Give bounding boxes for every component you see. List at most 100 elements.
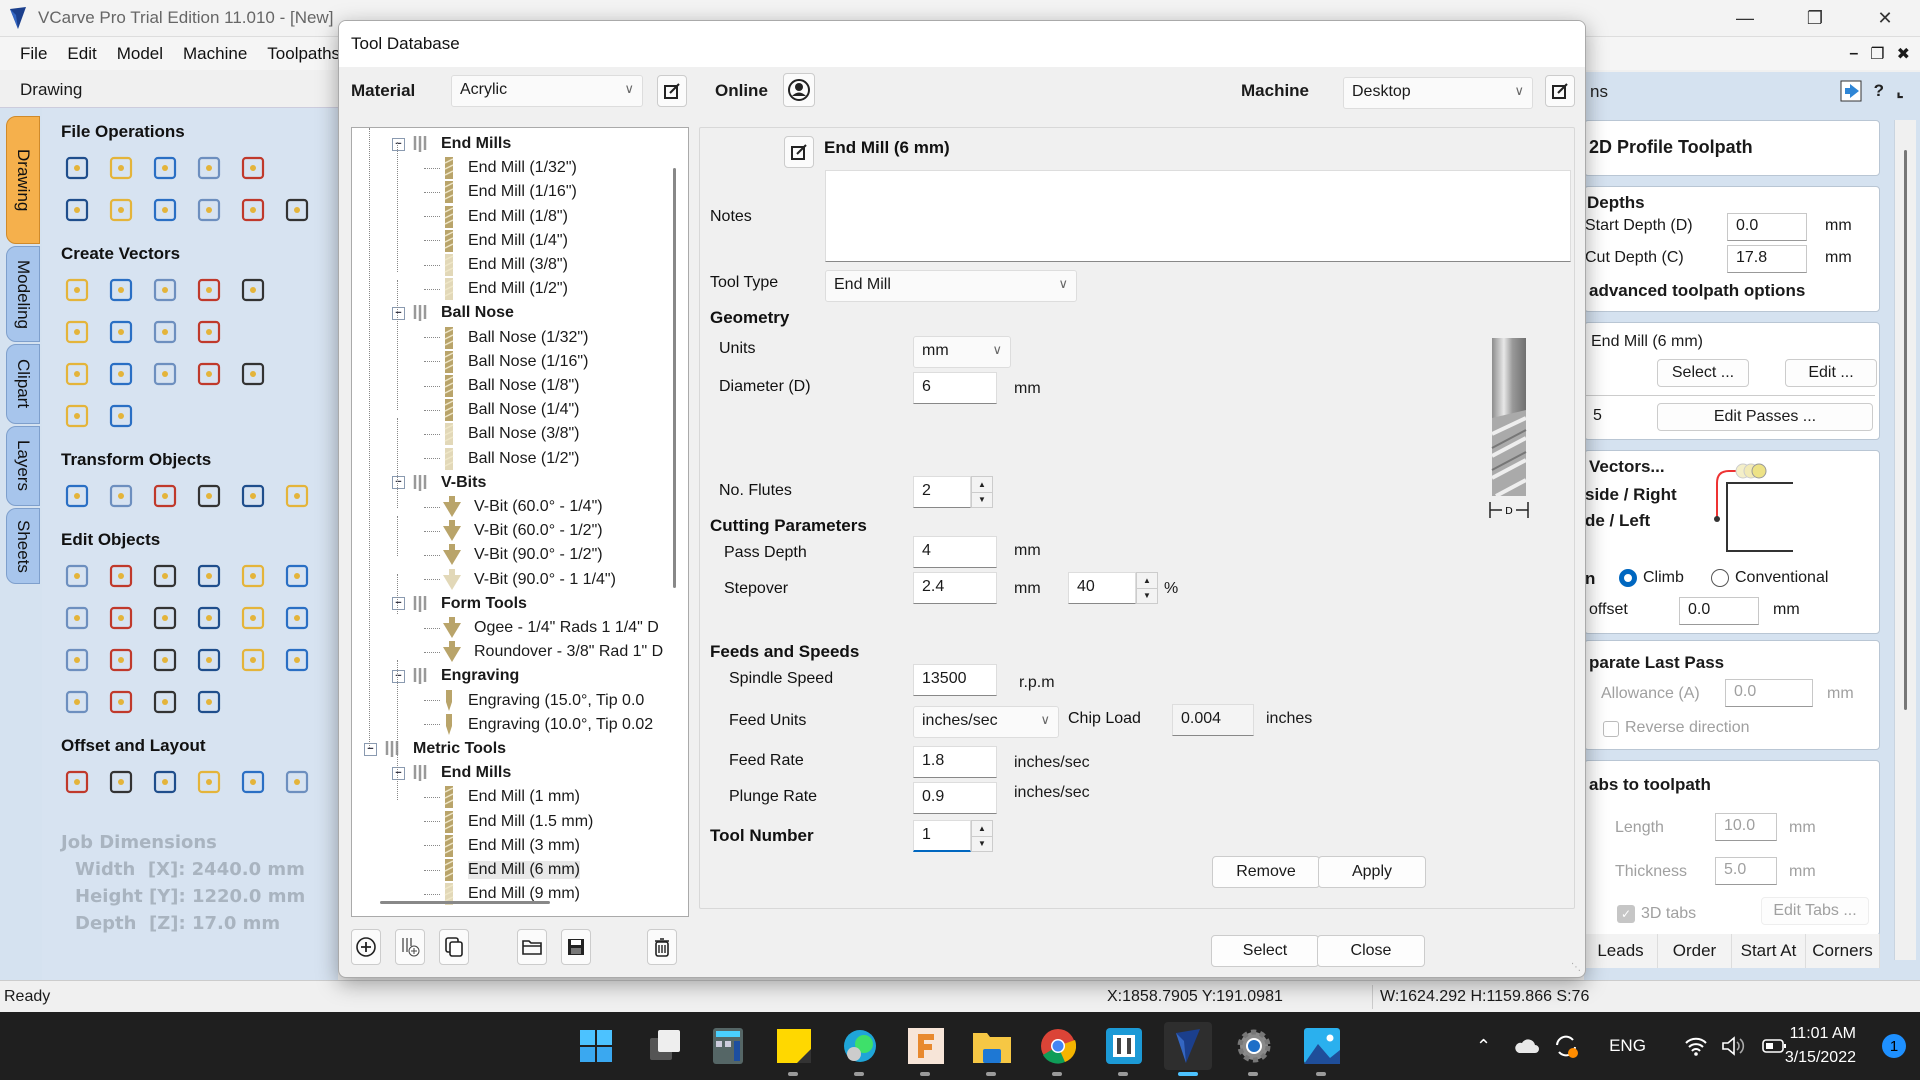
reverse-direction-checkbox[interactable] [1603, 721, 1619, 737]
undo-icon[interactable] [237, 194, 269, 226]
group-icon[interactable] [193, 560, 225, 592]
tree-tool-item[interactable]: Ball Nose (1/4") [424, 398, 580, 422]
ungroup-icon[interactable] [237, 560, 269, 592]
mdi-close-button[interactable]: ✖ [1897, 44, 1910, 64]
center-in-material-icon[interactable] [281, 480, 313, 512]
notes-textarea[interactable] [825, 170, 1571, 262]
taskbar-file-explorer-button[interactable] [968, 1022, 1016, 1076]
tree-group[interactable]: − V-Bits [392, 471, 486, 495]
offset-icon[interactable] [61, 766, 93, 798]
tab-order[interactable]: Order [1658, 934, 1732, 968]
rename-tool-button[interactable] [784, 136, 814, 168]
draw-polygon-icon[interactable] [193, 274, 225, 306]
remove-button[interactable]: Remove [1212, 856, 1320, 888]
collapse-icon[interactable]: − [392, 597, 405, 611]
help-icon[interactable]: ? [1874, 81, 1884, 101]
taskbar-photos-button[interactable] [1298, 1022, 1346, 1076]
import-button[interactable] [517, 929, 547, 965]
copy-tool-button[interactable] [439, 929, 469, 965]
start-depth-input[interactable]: 0.0 [1727, 213, 1807, 241]
spin-down-icon[interactable]: ▼ [1137, 589, 1157, 604]
wifi-icon[interactable] [1684, 1036, 1708, 1056]
collapse-icon[interactable]: − [392, 306, 405, 320]
circular-array-icon[interactable] [149, 766, 181, 798]
select-button[interactable]: Select [1211, 935, 1319, 967]
collapse-icon[interactable]: − [392, 669, 405, 683]
transform-icon[interactable] [149, 560, 181, 592]
trim-icon[interactable] [237, 602, 269, 634]
cut-depth-input[interactable]: 17.8 [1727, 245, 1807, 273]
spin-up-icon[interactable]: ▲ [1137, 573, 1157, 589]
tab-modeling[interactable]: Modeling [6, 246, 40, 342]
collapse-icon[interactable]: − [392, 476, 405, 490]
flutes-input[interactable]: 2 [913, 476, 971, 508]
smooth-icon[interactable] [149, 644, 181, 676]
dock-panel-icon[interactable] [1840, 80, 1862, 102]
select-tool-button[interactable]: Select ... [1657, 359, 1749, 387]
distort-icon[interactable] [237, 480, 269, 512]
tool-number-input[interactable]: 1 [913, 820, 971, 852]
tree-group[interactable]: − Ball Nose [392, 301, 514, 325]
draw-rectangle-icon[interactable] [149, 274, 181, 306]
offset-input[interactable]: 0.0 [1679, 597, 1759, 625]
allowance-input[interactable]: 0.0 [1725, 679, 1813, 707]
edit-image-icon[interactable] [237, 644, 269, 676]
spin-up-icon[interactable]: ▲ [972, 821, 992, 837]
resize-grip-icon[interactable]: ⋱ [1571, 962, 1581, 973]
tree-group[interactable]: − End Mills [392, 132, 511, 156]
taskbar-task-view-button[interactable] [642, 1022, 690, 1070]
draw-curve-icon[interactable] [105, 316, 137, 348]
draw-polyline-icon[interactable] [61, 316, 93, 348]
climb-radio[interactable] [1619, 569, 1637, 587]
create-boundary-icon[interactable] [281, 644, 313, 676]
text-on-curve-icon[interactable] [149, 358, 181, 390]
zig-zag-icon[interactable] [281, 766, 313, 798]
tab-corners[interactable]: Corners [1806, 934, 1880, 968]
clock[interactable]: 11:01 AM 3/15/2022 [1785, 1022, 1856, 1070]
chamfer-icon[interactable] [105, 644, 137, 676]
measure-icon[interactable] [281, 560, 313, 592]
stepover-percent-spinner[interactable]: ▲ ▼ [1136, 572, 1158, 604]
stepover-percent-input[interactable]: 40 [1068, 572, 1136, 604]
tree-group[interactable]: − Form Tools [392, 592, 527, 616]
toolpath-panel-scrollbar[interactable] [1894, 120, 1916, 960]
set-size-icon[interactable] [105, 480, 137, 512]
fillet-icon[interactable] [61, 644, 93, 676]
copy-along-vectors-icon[interactable] [193, 766, 225, 798]
spindle-speed-input[interactable]: 13500 [913, 664, 997, 696]
online-account-button[interactable] [783, 73, 815, 107]
tangent-icon[interactable] [193, 686, 225, 718]
onedrive-cloud-icon[interactable] [1513, 1038, 1540, 1054]
tree-group[interactable]: − End Mills [392, 761, 511, 785]
flutes-spinner[interactable]: ▲ ▼ [971, 476, 993, 508]
tree-tool-item[interactable]: Ball Nose (1/2") [424, 447, 580, 471]
taskbar-start-button[interactable] [572, 1022, 620, 1070]
import-bitmap-icon[interactable] [237, 152, 269, 184]
tree-tool-item[interactable]: End Mill (1/8") [424, 205, 568, 229]
edit-tool-button[interactable]: Edit ... [1785, 359, 1877, 387]
diameter-input[interactable]: 6 [913, 372, 997, 404]
array-copy-icon[interactable] [105, 766, 137, 798]
close-button[interactable]: Close [1317, 935, 1425, 967]
tree-tool-item[interactable]: Ogee - 1/4" Rads 1 1/4" D [424, 616, 659, 640]
menu-model[interactable]: Model [107, 44, 173, 64]
select-icon[interactable] [61, 560, 93, 592]
tab-layers[interactable]: Layers [6, 426, 40, 506]
tree-tool-item[interactable]: V-Bit (90.0° - 1/2") [424, 543, 603, 567]
edit-material-button[interactable] [657, 75, 687, 107]
tree-tool-item[interactable]: End Mill (1/32") [424, 156, 577, 180]
edit-machine-button[interactable] [1545, 75, 1575, 107]
pin-icon[interactable]: ⌞ [1896, 81, 1904, 101]
tree-tool-item[interactable]: End Mill (1/2") [424, 277, 568, 301]
mdi-restore-button[interactable]: ❐ [1870, 44, 1884, 64]
volume-icon[interactable] [1720, 1035, 1746, 1057]
plunge-rate-input[interactable]: 0.9 [913, 782, 997, 814]
delete-tool-button[interactable] [647, 929, 677, 965]
auto-layout-text-icon[interactable] [105, 358, 137, 390]
close-window-button[interactable]: ✕ [1850, 0, 1920, 36]
validate-icon[interactable] [281, 602, 313, 634]
stepover-input[interactable]: 2.4 [913, 572, 997, 604]
tree-tool-item[interactable]: V-Bit (90.0° - 1 1/4") [424, 568, 616, 592]
spin-down-icon[interactable]: ▼ [972, 837, 992, 852]
tree-tool-item[interactable]: Ball Nose (1/32") [424, 326, 588, 350]
